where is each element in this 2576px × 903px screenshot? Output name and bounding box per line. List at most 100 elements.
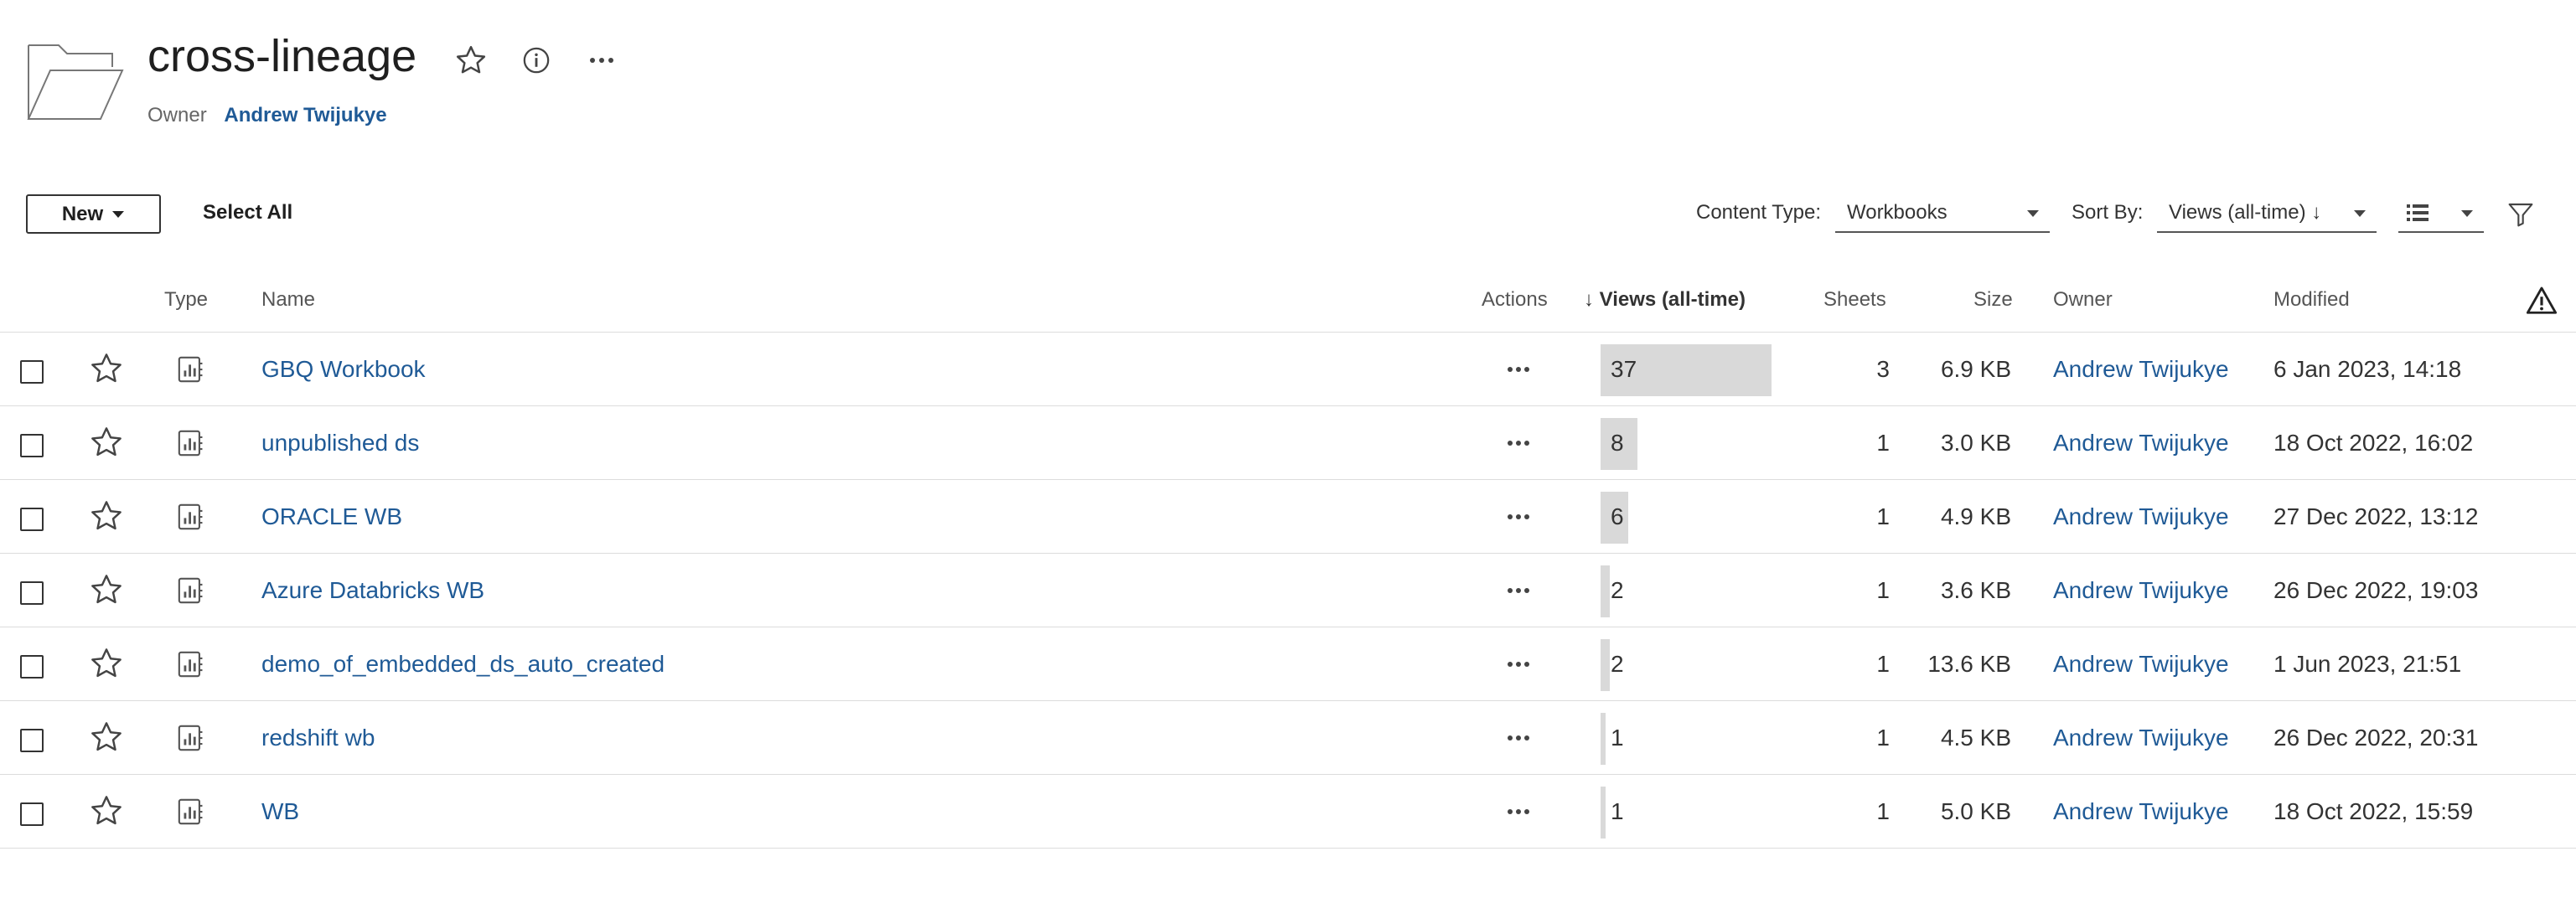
sort-by-dropdown[interactable]: Views (all-time) ↓ — [2157, 194, 2377, 233]
row-actions-button[interactable] — [1502, 430, 1535, 457]
row-actions-button[interactable] — [1502, 356, 1535, 383]
column-header-owner[interactable]: Owner — [2053, 288, 2113, 312]
more-icon — [1508, 735, 1529, 740]
row-checkbox[interactable] — [20, 655, 44, 679]
size-value: 3.6 KB — [1940, 577, 2011, 603]
workbook-name-link[interactable]: ORACLE WB — [261, 480, 402, 554]
page-title: cross-lineage — [147, 31, 417, 81]
content-table: Type Name Actions ↓ Views (all-time) She… — [0, 285, 2576, 849]
sheets-value: 1 — [1876, 430, 1890, 456]
table-row: ORACLE WB 6 1 4.9 KB Andrew Twijukye 27 … — [0, 480, 2576, 554]
sort-by-value: Views (all-time) ↓ — [2169, 201, 2322, 224]
row-checkbox[interactable] — [20, 508, 44, 531]
workbook-name-link[interactable]: demo_of_embedded_ds_auto_created — [261, 627, 665, 701]
owner-link[interactable]: Andrew Twijukye — [2053, 480, 2229, 554]
sheets-value: 1 — [1876, 651, 1890, 677]
owner-link[interactable]: Andrew Twijukye — [224, 104, 386, 126]
warning-icon[interactable] — [2526, 285, 2558, 317]
view-mode-dropdown[interactable] — [2398, 194, 2484, 233]
owner-label: Owner — [147, 104, 207, 126]
star-icon — [456, 45, 486, 74]
column-header-modified[interactable]: Modified — [2273, 288, 2350, 312]
caret-down-icon — [2027, 210, 2039, 217]
owner-link[interactable]: Andrew Twijukye — [2053, 775, 2229, 849]
row-actions-button[interactable] — [1502, 725, 1535, 751]
star-icon[interactable] — [89, 425, 124, 460]
row-actions-button[interactable] — [1502, 798, 1535, 825]
workbook-icon — [178, 725, 203, 751]
more-actions-button[interactable] — [583, 42, 620, 79]
new-button-label: New — [61, 202, 104, 225]
row-actions-button[interactable] — [1502, 503, 1535, 530]
content-type-dropdown[interactable]: Workbooks — [1835, 194, 2050, 233]
caret-down-icon — [112, 210, 125, 218]
table-row: unpublished ds 8 1 3.0 KB Andrew Twijuky… — [0, 406, 2576, 480]
row-checkbox[interactable] — [20, 581, 44, 605]
filter-icon[interactable] — [2507, 201, 2534, 228]
modified-value: 26 Dec 2022, 19:03 — [2273, 577, 2479, 603]
size-value: 5.0 KB — [1940, 798, 2011, 824]
workbook-name-link[interactable]: redshift wb — [261, 701, 375, 775]
workbook-name-link[interactable]: GBQ Workbook — [261, 333, 426, 406]
caret-down-icon — [2354, 210, 2366, 217]
workbook-icon — [178, 356, 203, 383]
star-icon[interactable] — [89, 720, 124, 755]
star-icon[interactable] — [89, 793, 124, 828]
column-header-views[interactable]: ↓ Views (all-time) — [1584, 288, 1746, 312]
more-icon — [590, 58, 613, 63]
sheets-value: 1 — [1876, 798, 1890, 824]
owner-link[interactable]: Andrew Twijukye — [2053, 627, 2229, 701]
views-bar — [1601, 787, 1606, 838]
table-row: Azure Databricks WB 2 1 3.6 KB Andrew Tw… — [0, 554, 2576, 627]
column-header-size[interactable]: Size — [1973, 288, 2013, 312]
column-header-type[interactable]: Type — [164, 288, 208, 312]
row-actions-button[interactable] — [1502, 651, 1535, 678]
row-actions-button[interactable] — [1502, 577, 1535, 604]
owner-line: Owner Andrew Twijukye — [147, 104, 387, 127]
owner-link[interactable]: Andrew Twijukye — [2053, 406, 2229, 480]
favorite-button[interactable] — [453, 42, 489, 79]
modified-value: 18 Oct 2022, 16:02 — [2273, 430, 2474, 456]
star-icon[interactable] — [89, 572, 124, 607]
views-bar — [1601, 713, 1606, 765]
size-value: 4.9 KB — [1940, 503, 2011, 529]
workbook-icon — [178, 651, 203, 678]
list-view-icon — [2407, 204, 2429, 221]
size-value: 6.9 KB — [1940, 356, 2011, 382]
column-header-actions: Actions — [1482, 288, 1548, 311]
size-value: 13.6 KB — [1927, 651, 2011, 677]
more-icon — [1508, 367, 1529, 372]
column-header-name[interactable]: Name — [261, 288, 315, 312]
workbook-icon — [178, 577, 203, 604]
views-bar — [1601, 639, 1610, 691]
table-header: Type Name Actions ↓ Views (all-time) She… — [0, 285, 2576, 333]
info-button[interactable] — [518, 42, 555, 79]
workbook-name-link[interactable]: WB — [261, 775, 299, 849]
row-checkbox[interactable] — [20, 360, 44, 384]
caret-down-icon — [2461, 210, 2473, 217]
star-icon[interactable] — [89, 351, 124, 386]
title-actions — [453, 42, 620, 79]
row-checkbox[interactable] — [20, 802, 44, 826]
views-value: 2 — [1611, 651, 1624, 677]
select-all-button[interactable]: Select All — [203, 201, 292, 224]
star-icon[interactable] — [89, 498, 124, 534]
star-icon[interactable] — [89, 646, 124, 681]
folder-icon — [27, 44, 124, 120]
owner-link[interactable]: Andrew Twijukye — [2053, 554, 2229, 627]
owner-link[interactable]: Andrew Twijukye — [2053, 701, 2229, 775]
workbook-name-link[interactable]: Azure Databricks WB — [261, 554, 484, 627]
workbook-icon — [178, 798, 203, 825]
workbook-name-link[interactable]: unpublished ds — [261, 406, 419, 480]
table-row: redshift wb 1 1 4.5 KB Andrew Twijukye 2… — [0, 701, 2576, 775]
modified-value: 1 Jun 2023, 21:51 — [2273, 651, 2462, 677]
column-header-sheets[interactable]: Sheets — [1823, 288, 1886, 312]
table-body: GBQ Workbook 37 3 6.9 KB Andrew Twijukye… — [0, 333, 2576, 849]
table-row: GBQ Workbook 37 3 6.9 KB Andrew Twijukye… — [0, 333, 2576, 406]
row-checkbox[interactable] — [20, 434, 44, 457]
row-checkbox[interactable] — [20, 729, 44, 752]
owner-link[interactable]: Andrew Twijukye — [2053, 333, 2229, 406]
more-icon — [1508, 809, 1529, 814]
new-button[interactable]: New — [26, 194, 161, 234]
modified-value: 18 Oct 2022, 15:59 — [2273, 798, 2474, 824]
